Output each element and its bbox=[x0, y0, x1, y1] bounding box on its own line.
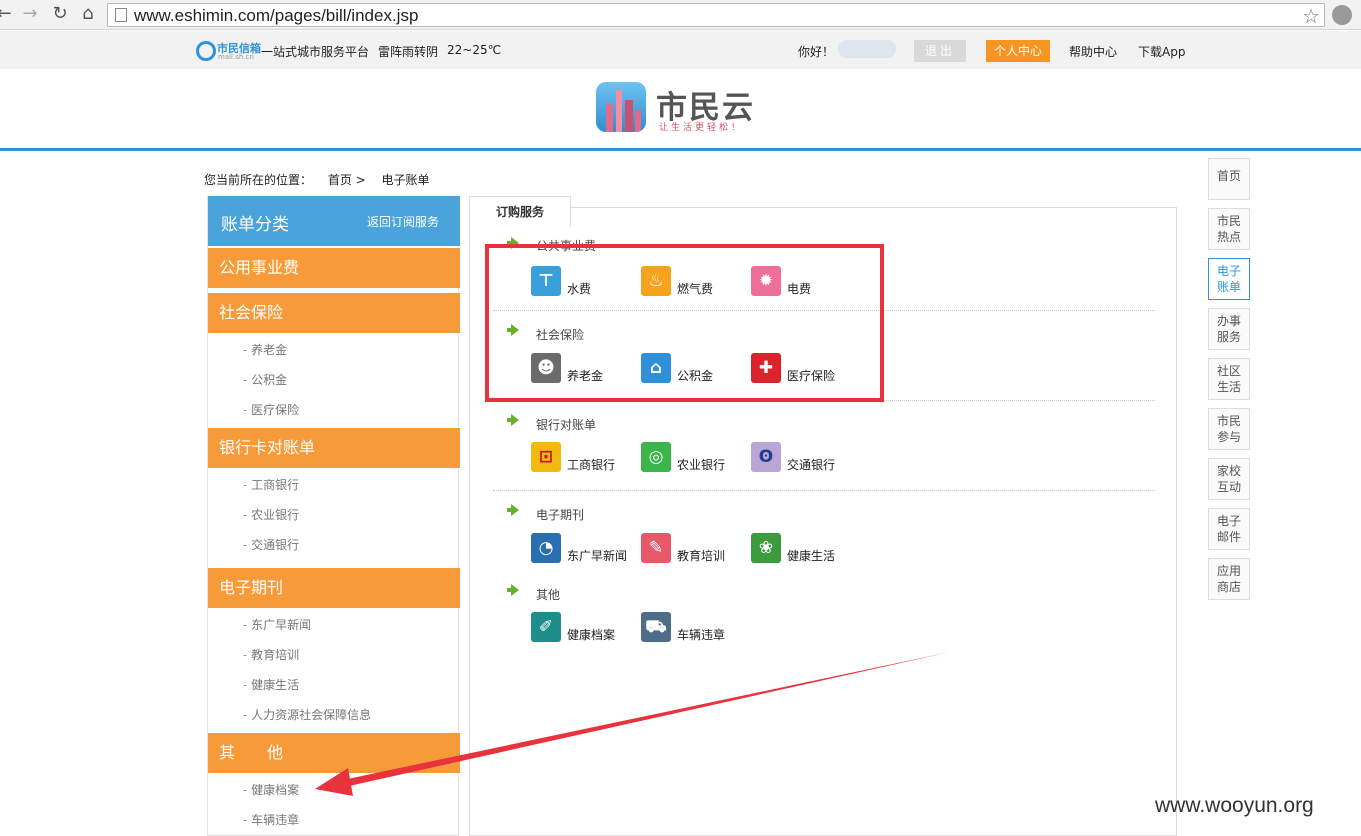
watermark-text: www.wooyun.org bbox=[1155, 794, 1314, 817]
annotation-arrow bbox=[315, 652, 950, 796]
